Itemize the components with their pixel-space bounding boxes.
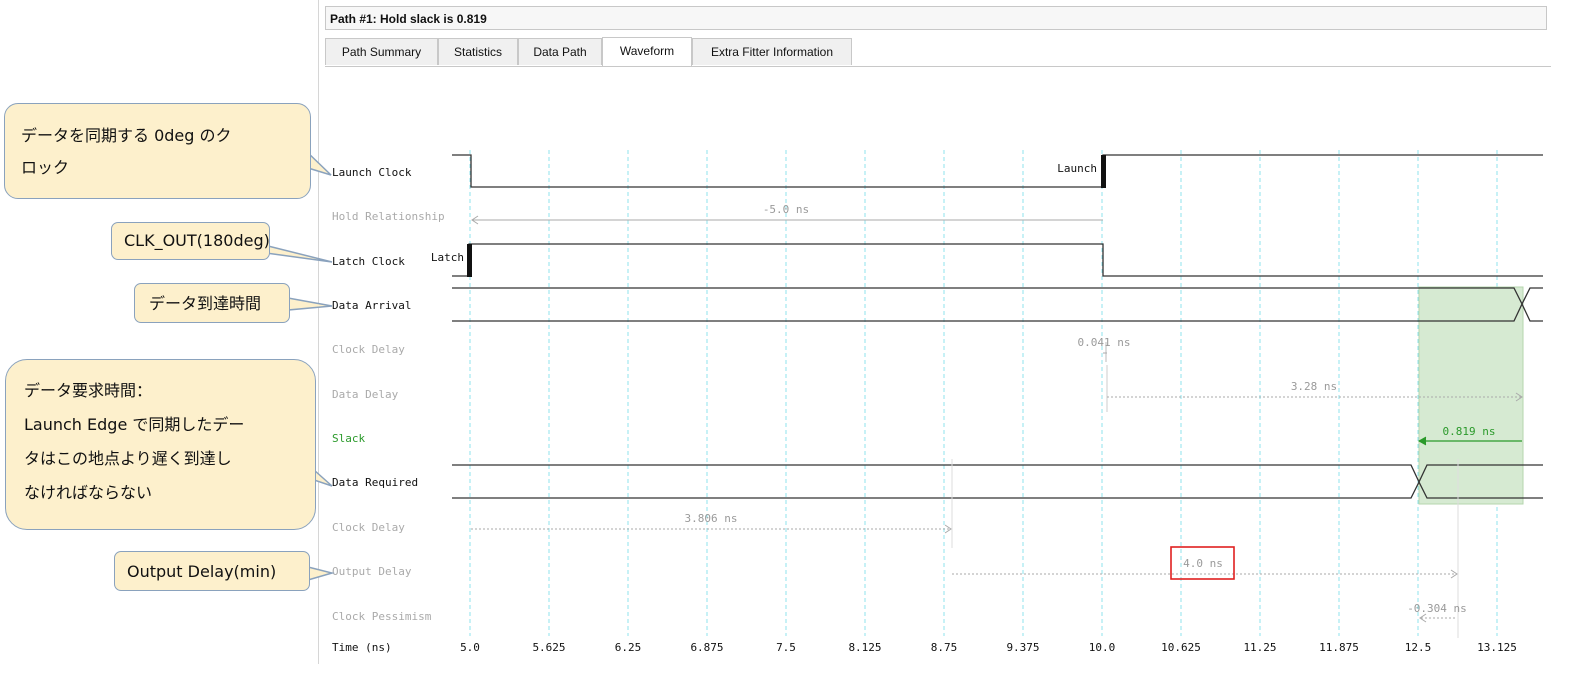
row-label-launch-clock: Launch Clock [332, 166, 412, 179]
time-tick-label: 6.25 [615, 641, 642, 654]
time-tick-label: 6.875 [690, 641, 723, 654]
callout-data-required: データ要求時間： Launch Edge で同期したデー タはこの地点より遅く到… [5, 359, 316, 530]
row-label-slack: Slack [332, 432, 365, 445]
launch-edge-marker [1101, 155, 1106, 188]
data-required-wave [452, 464, 1543, 499]
time-tick-label: 12.5 [1405, 641, 1432, 654]
data-arrival-wave [452, 287, 1543, 322]
hold-relationship-value: -5.0 ns [763, 203, 809, 216]
clock-pessimism-value: -0.304 ns [1407, 602, 1467, 615]
callout-data-required-text: データ要求時間： Launch Edge で同期したデー タはこの地点より遅く到… [24, 381, 245, 502]
callout-output-delay-text: Output Delay(min) [127, 562, 277, 581]
data-delay-value: 3.28 ns [1291, 380, 1337, 393]
time-tick-label: 8.125 [848, 641, 881, 654]
time-tick-label: 7.5 [776, 641, 796, 654]
row-label-data-arrival: Data Arrival [332, 299, 411, 312]
launch-clock-wave [452, 154, 1543, 188]
time-tick-label: 11.875 [1319, 641, 1359, 654]
row-label-clock-pessimism: Clock Pessimism [332, 610, 432, 623]
latch-callout-pointer [265, 245, 333, 263]
time-tick-label: 9.375 [1006, 641, 1039, 654]
clock-delay-value: 0.041 ns [1078, 336, 1131, 349]
row-label-clock-delay-2: Clock Delay [332, 521, 405, 534]
output-delay-callout-pointer [307, 566, 335, 581]
row-label-clock-delay: Clock Delay [332, 343, 405, 356]
time-tick-label: 5.625 [532, 641, 565, 654]
output-delay-value: 4.0 ns [1183, 557, 1223, 570]
slack-window [1418, 286, 1524, 505]
time-gridlines [469, 150, 1498, 636]
time-tick-labels: 5.0 5.625 6.25 6.875 7.5 8.125 8.75 9.375 10.0 10… [460, 641, 1517, 654]
row-label-latch-clock: Latch Clock [332, 255, 405, 268]
callout-output-delay: Output Delay(min) [114, 551, 310, 591]
time-tick-label: 11.25 [1243, 641, 1276, 654]
arrival-callout-pointer [287, 297, 333, 311]
time-tick-label: 8.75 [931, 641, 958, 654]
launch-edge-label: Launch [1057, 162, 1097, 175]
row-label-output-delay: Output Delay [332, 565, 412, 578]
latch-edge-marker [467, 244, 472, 277]
callout-latch-clock-text: CLK_OUT(180deg) [124, 231, 270, 250]
callout-data-arrival: データ到達時間 [134, 283, 290, 323]
callout-launch-clock: データを同期する 0deg のク ロック [4, 103, 311, 199]
required-callout-pointer [313, 468, 333, 487]
time-axis-label: Time (ns) [332, 641, 392, 654]
time-tick-label: 5.0 [460, 641, 480, 654]
row-label-data-required: Data Required [332, 476, 418, 489]
latch-edge-label: Latch [431, 251, 464, 264]
clock-delay-2-value: 3.806 ns [685, 512, 738, 525]
time-tick-label: 13.125 [1477, 641, 1517, 654]
callout-data-arrival-text: データ到達時間 [149, 294, 262, 313]
row-label-data-delay: Data Delay [332, 388, 399, 401]
latch-clock-wave [452, 243, 1543, 277]
row-label-hold-relationship: Hold Relationship [332, 210, 445, 223]
slack-value: 0.819 ns [1443, 425, 1496, 438]
callout-latch-clock: CLK_OUT(180deg) [111, 222, 270, 260]
time-tick-label: 10.625 [1161, 641, 1201, 654]
callout-launch-clock-text: データを同期する 0deg のク ロック [21, 126, 232, 177]
time-tick-label: 10.0 [1089, 641, 1116, 654]
